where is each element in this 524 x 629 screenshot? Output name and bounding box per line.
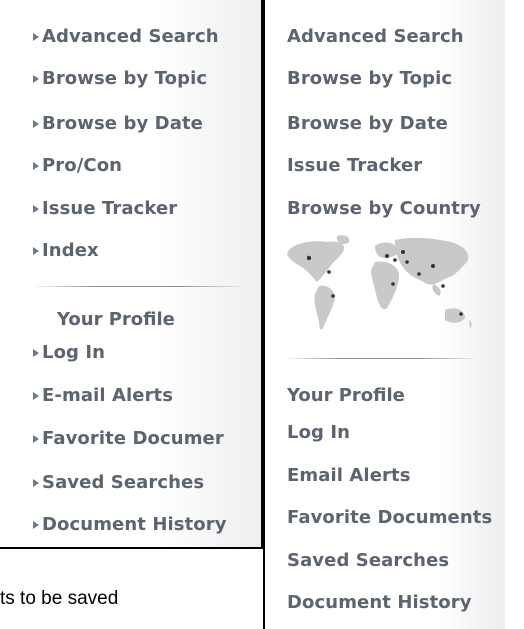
left-profile-favorite-documents[interactable]: Favorite Documer (33, 428, 224, 450)
right-profile-document-history[interactable]: Document History (287, 592, 472, 614)
menu-divider (36, 286, 241, 287)
arrow-right-icon (33, 75, 39, 83)
left-profile-label: Saved Searches (42, 472, 205, 493)
arrow-right-icon (33, 162, 39, 170)
left-nav-browse-by-topic[interactable]: Browse by Topic (33, 68, 208, 90)
left-profile-label: Document History (42, 514, 227, 535)
right-nav-browse-by-date[interactable]: Browse by Date (287, 113, 448, 135)
arrow-right-icon (33, 349, 39, 357)
profile-heading: Your Profile (57, 309, 175, 330)
menu-divider (287, 358, 475, 359)
left-nav-label: Browse by Date (42, 113, 203, 134)
arrow-right-icon (33, 479, 39, 487)
right-profile-email-alerts[interactable]: Email Alerts (287, 465, 411, 487)
left-nav-label: Pro/Con (42, 155, 123, 176)
left-nav-label: Browse by Topic (42, 68, 208, 89)
arrow-right-icon (33, 521, 39, 529)
right-profile-saved-searches[interactable]: Saved Searches (287, 550, 449, 572)
left-nav-issue-tracker[interactable]: Issue Tracker (33, 198, 178, 220)
arrow-right-icon (33, 392, 39, 400)
left-profile-saved-searches[interactable]: Saved Searches (33, 472, 205, 494)
world-map-icon[interactable] (283, 232, 475, 348)
left-nav-browse-by-date[interactable]: Browse by Date (33, 113, 203, 135)
right-menu-panel: Advanced Search Browse by Topic Browse b… (263, 0, 505, 629)
arrow-right-icon (33, 205, 39, 213)
left-nav-pro-con[interactable]: Pro/Con (33, 155, 123, 177)
left-nav-label: Advanced Search (42, 26, 219, 47)
left-profile-label: Log In (42, 342, 106, 363)
left-profile-label: E-mail Alerts (42, 385, 174, 406)
arrow-right-icon (33, 435, 39, 443)
right-nav-browse-by-topic[interactable]: Browse by Topic (287, 68, 452, 90)
left-profile-log-in[interactable]: Log In (33, 342, 106, 364)
right-nav-issue-tracker[interactable]: Issue Tracker (287, 155, 422, 177)
arrow-right-icon (33, 33, 39, 41)
left-profile-document-history[interactable]: Document History (33, 514, 227, 536)
arrow-right-icon (33, 247, 39, 255)
caption-text: ts to be saved (0, 588, 119, 609)
left-nav-advanced-search[interactable]: Advanced Search (33, 26, 219, 48)
left-profile-label: Favorite Documer (42, 428, 224, 449)
left-nav-index[interactable]: Index (33, 240, 99, 262)
profile-heading: Your Profile (287, 385, 405, 406)
left-nav-label: Issue Tracker (42, 198, 178, 219)
left-menu-panel: Advanced Search Browse by Topic Browse b… (0, 0, 263, 549)
left-profile-email-alerts[interactable]: E-mail Alerts (33, 385, 174, 407)
arrow-right-icon (33, 120, 39, 128)
right-profile-favorite-documents[interactable]: Favorite Documents (287, 507, 492, 529)
right-profile-log-in[interactable]: Log In (287, 422, 350, 444)
right-nav-advanced-search[interactable]: Advanced Search (287, 26, 464, 48)
left-nav-label: Index (42, 240, 99, 261)
right-nav-browse-by-country[interactable]: Browse by Country (287, 198, 481, 220)
